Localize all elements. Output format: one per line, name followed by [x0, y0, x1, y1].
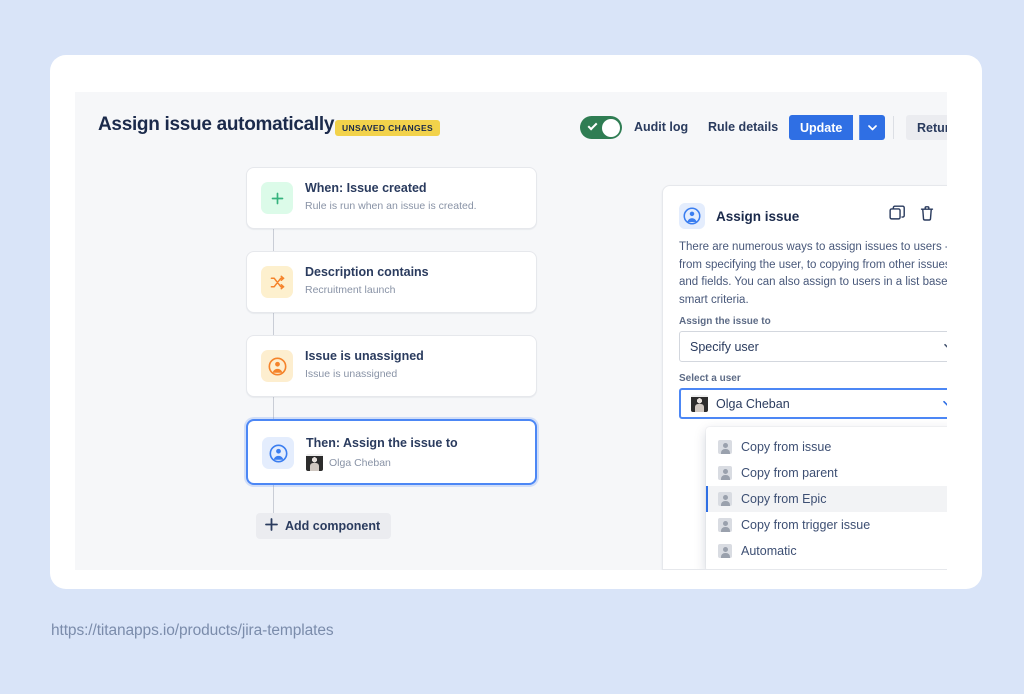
- flow-card-title: Issue is unassigned: [305, 349, 424, 363]
- user-circle-icon: [261, 350, 293, 382]
- avatar-placeholder-icon: [718, 440, 732, 454]
- avatar-placeholder-icon: [718, 544, 732, 558]
- flow-connector: [273, 397, 274, 419]
- field-label-select-a-user: Select a user: [679, 373, 741, 384]
- shuffle-icon: [261, 266, 293, 298]
- dropdown-option-label: Copy from parent: [741, 466, 838, 480]
- audit-log-link[interactable]: Audit log: [634, 120, 688, 134]
- rule-flow: When: Issue created Rule is run when an …: [75, 167, 635, 570]
- browser-card: Assign issue automatically UNSAVED CHANG…: [50, 55, 982, 589]
- dropdown-option[interactable]: Automatic: [706, 538, 947, 564]
- flow-card-subtitle: Rule is run when an issue is created.: [305, 200, 477, 212]
- flow-card-title: Description contains: [305, 265, 429, 279]
- panel-actions: [889, 204, 947, 222]
- automation-app: Assign issue automatically UNSAVED CHANG…: [75, 92, 947, 570]
- avatar-placeholder-icon: [718, 492, 732, 506]
- flow-card-title: When: Issue created: [305, 181, 427, 195]
- update-dropdown-button[interactable]: [859, 115, 885, 140]
- header-divider: [893, 116, 894, 139]
- flow-card-subtitle: Recruitment launch: [305, 284, 395, 296]
- flow-card-title: Then: Assign the issue to: [306, 436, 458, 450]
- assign-the-issue-to-select[interactable]: Specify user: [679, 331, 947, 362]
- select-value: Olga Cheban: [716, 397, 790, 411]
- flow-card-when-issue-created[interactable]: When: Issue created Rule is run when an …: [246, 167, 537, 229]
- app-header: Assign issue automatically UNSAVED CHANG…: [75, 92, 947, 167]
- panel-header: Assign issue: [679, 203, 799, 229]
- chevron-down-icon: [943, 400, 947, 407]
- avatar: [306, 454, 323, 471]
- flow-card-issue-is-unassigned[interactable]: Issue is unassigned Issue is unassigned: [246, 335, 537, 397]
- plus-icon: [265, 518, 278, 534]
- add-component-label: Add component: [285, 519, 380, 533]
- flow-card-description-contains[interactable]: Description contains Recruitment launch: [246, 251, 537, 313]
- status-badge: UNSAVED CHANGES: [335, 120, 440, 136]
- user-circle-icon: [262, 437, 294, 469]
- return-to-rules-button[interactable]: Return to rules: [906, 115, 947, 140]
- flow-card-subtitle-row: Olga Cheban: [306, 454, 391, 471]
- dropdown-option-label: Copy from trigger issue: [741, 518, 870, 532]
- flow-card-subtitle: Issue is unassigned: [305, 368, 397, 380]
- dropdown-option-label: Automatic: [741, 544, 797, 558]
- dropdown-option[interactable]: Unassigned: [706, 564, 947, 570]
- dropdown-option-highlighted[interactable]: Copy from Epic: [706, 486, 947, 512]
- dropdown-option-label: Copy from Epic: [741, 492, 826, 506]
- add-component-button[interactable]: Add component: [256, 513, 391, 539]
- field-label-assign-the-issue-to: Assign the issue to: [679, 316, 771, 327]
- select-a-user-select[interactable]: Olga Cheban: [679, 388, 947, 419]
- plus-icon: [261, 182, 293, 214]
- dropdown-option[interactable]: Copy from trigger issue: [706, 512, 947, 538]
- avatar-placeholder-icon: [718, 518, 732, 532]
- flow-connector: [273, 313, 274, 335]
- copy-icon[interactable]: [889, 205, 906, 222]
- select-value: Specify user: [690, 340, 759, 354]
- trash-icon[interactable]: [919, 205, 935, 222]
- dropdown-option[interactable]: Copy from parent: [706, 460, 947, 486]
- rule-details-link[interactable]: Rule details: [708, 120, 778, 134]
- chevron-down-icon: [868, 125, 877, 131]
- flow-connector: [273, 485, 274, 513]
- panel-title: Assign issue: [716, 209, 799, 224]
- dropdown-option[interactable]: Copy from issue: [706, 434, 947, 460]
- chevron-down-icon: [944, 343, 947, 350]
- avatar: [691, 395, 708, 412]
- panel-description: There are numerous ways to assign issues…: [679, 239, 947, 309]
- update-button[interactable]: Update: [789, 115, 853, 140]
- flow-card-then-assign-issue[interactable]: Then: Assign the issue to Olga Cheban: [246, 419, 537, 485]
- page-title: Assign issue automatically: [98, 114, 334, 136]
- user-circle-icon: [679, 203, 705, 229]
- caption-url: https://titanapps.io/products/jira-templ…: [51, 622, 334, 640]
- selected-user-chip: Olga Cheban: [691, 395, 790, 412]
- rule-enabled-toggle[interactable]: [580, 116, 622, 139]
- avatar-placeholder-icon: [718, 466, 732, 480]
- flow-connector: [273, 229, 274, 251]
- toggle-knob: [602, 119, 620, 137]
- user-options-dropdown[interactable]: Copy from issue Copy from parent Copy fr…: [706, 427, 947, 570]
- check-icon: [588, 120, 598, 130]
- component-detail-panel: Assign issue: [662, 185, 947, 570]
- flow-card-subtitle: Olga Cheban: [329, 457, 391, 469]
- dropdown-option-label: Copy from issue: [741, 440, 831, 454]
